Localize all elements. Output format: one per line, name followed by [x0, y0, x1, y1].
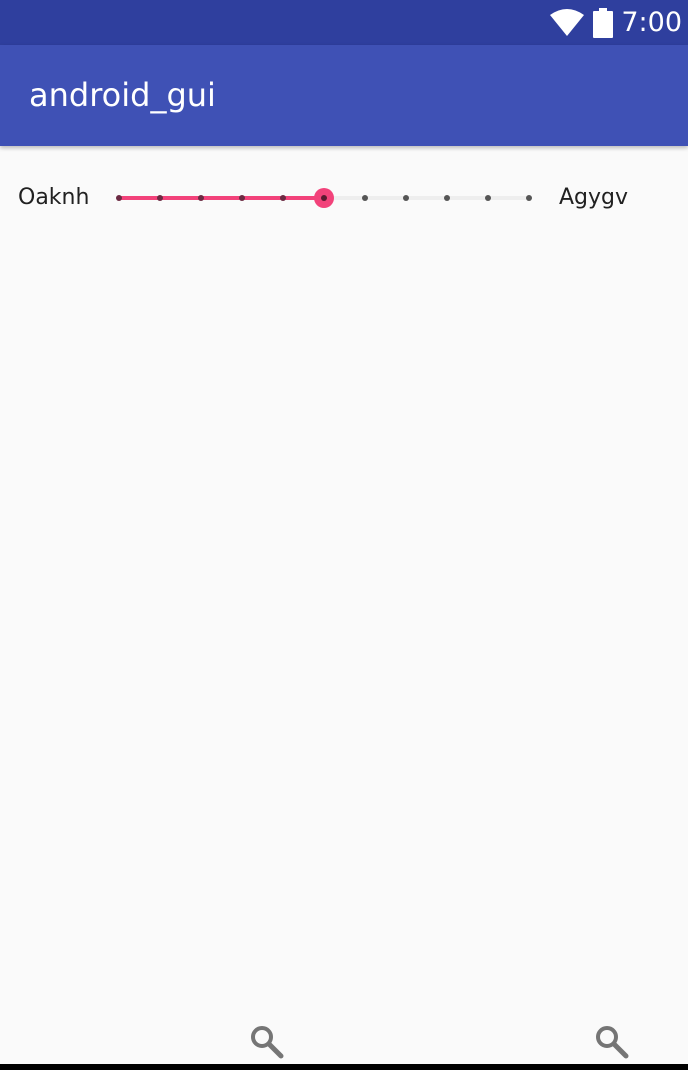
slider-tick[interactable] — [116, 195, 122, 201]
slider-tick[interactable] — [444, 195, 450, 201]
search-icon[interactable] — [594, 1024, 630, 1060]
slider-tick[interactable] — [239, 195, 245, 201]
status-time: 7:00 — [621, 7, 682, 38]
status-icons: 7:00 — [549, 0, 682, 45]
search-icon[interactable] — [249, 1024, 285, 1060]
wifi-icon — [550, 8, 585, 36]
slider-tick[interactable] — [157, 195, 163, 201]
navigation-bar — [0, 1014, 688, 1064]
slider-tick[interactable] — [485, 195, 491, 201]
app-title: android_gui — [29, 76, 216, 114]
slider-tick[interactable] — [280, 195, 286, 201]
slider-tick[interactable] — [362, 195, 368, 201]
slider-left-label: Oaknh — [18, 185, 90, 210]
slider-tick[interactable] — [403, 195, 409, 201]
slider-tick[interactable] — [198, 195, 204, 201]
battery-icon — [593, 7, 614, 38]
screen-bottom-edge — [0, 1064, 688, 1070]
slider-right-label: Agygv — [559, 185, 629, 210]
discrete-slider[interactable] — [112, 170, 542, 226]
slider-thumb-dot — [321, 195, 327, 201]
slider-tick[interactable] — [526, 195, 532, 201]
app-bar: android_gui — [0, 45, 688, 146]
status-bar: 7:00 — [0, 0, 688, 45]
slider-row: Oaknh Agygv — [0, 170, 688, 226]
